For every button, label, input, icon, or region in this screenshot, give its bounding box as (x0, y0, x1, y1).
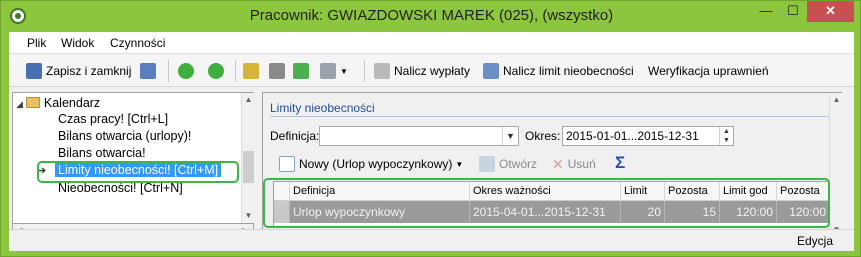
green-forward-arrow-icon (208, 63, 224, 79)
scroll-up-icon[interactable]: ▲ (242, 93, 255, 107)
tool-add-button[interactable] (243, 62, 263, 80)
document-wand-icon (483, 63, 499, 79)
tools-icon (269, 63, 285, 79)
toolbar-separator (235, 60, 236, 82)
menu-czynnosci[interactable]: Czynności (110, 36, 165, 50)
delete-label: Usuń (567, 157, 596, 171)
delete-x-icon: ✕ (552, 155, 564, 172)
calc-payments-button[interactable]: Nalicz wypłaty (374, 62, 470, 80)
save-close-label: Zapisz i zamknij (46, 64, 132, 78)
floppy-disk-icon (26, 63, 42, 79)
okres-label: Okres: (525, 129, 561, 143)
refresh-icon (293, 63, 309, 79)
sum-button[interactable]: Σ (615, 153, 626, 172)
calc-limit-button[interactable]: Nalicz limit nieobecności (483, 62, 634, 80)
okres-value: 2015-01-01...2015-12-31 (566, 129, 699, 143)
scroll-up-icon[interactable]: ▲ (830, 93, 843, 107)
tree-item-bilans-urlopy[interactable]: Bilans otwarcia (urlopy)! (58, 129, 191, 143)
open-label: Otwórz (499, 157, 538, 171)
calc-limit-label: Nalicz limit nieobecności (503, 64, 634, 78)
tree-selection-highlight (37, 161, 239, 183)
new-button[interactable]: Nowy (Urlop wypoczynkowy) ▼ (279, 155, 463, 173)
tree-root[interactable]: ◢ Kalendarz (16, 96, 100, 110)
tool-settings-button[interactable] (269, 62, 289, 80)
add-item-icon (243, 63, 259, 79)
scroll-thumb[interactable] (243, 151, 254, 183)
menu-bar: Plik Widok Czynności (9, 32, 854, 54)
chevron-down-icon[interactable]: ▼ (502, 127, 518, 145)
delete-button[interactable]: ✕ Usuń (552, 155, 596, 173)
scroll-down-icon[interactable]: ▼ (242, 209, 255, 223)
close-button[interactable]: ✕ (807, 1, 854, 22)
navigation-tree: ◢ Kalendarz Czas pracy! [Ctrl+L] Bilans … (12, 92, 254, 224)
verify-label: Weryfikacja uprawnień (648, 64, 769, 78)
grid-highlight (263, 178, 830, 228)
save-button[interactable] (140, 62, 160, 80)
new-document-icon (279, 156, 295, 172)
maximize-button[interactable]: ☐ (780, 1, 806, 22)
new-label: Nowy (Urlop wypoczynkowy) (299, 157, 453, 171)
wand-icon (374, 63, 390, 79)
calc-payments-label: Nalicz wypłaty (394, 64, 471, 78)
printer-icon (320, 63, 336, 79)
app-window: Pracownik: GWIAZDOWSKI MAREK (025), (wsz… (0, 0, 861, 257)
save-close-button[interactable]: Zapisz i zamknij (26, 62, 131, 80)
toolbar-separator (364, 60, 365, 82)
tree-expander-icon: ◢ (16, 99, 23, 109)
minimize-button[interactable]: — (753, 1, 779, 22)
back-button[interactable] (178, 62, 198, 80)
folder-icon (26, 97, 41, 108)
definicja-select[interactable]: ▼ (319, 126, 519, 146)
toolbar-separator (168, 60, 169, 82)
title-bar[interactable]: Pracownik: GWIAZDOWSKI MAREK (025), (wsz… (1, 1, 861, 32)
window-title: Pracownik: GWIAZDOWSKI MAREK (025), (wsz… (249, 7, 614, 24)
client-area: Plik Widok Czynności Zapisz i zamknij ▼ … (9, 32, 854, 251)
toolbar: Zapisz i zamknij ▼ Nalicz wypłaty Nalicz… (9, 55, 854, 87)
verify-button[interactable]: Weryfikacja uprawnień (648, 62, 769, 80)
tree-item-czas-pracy[interactable]: Czas pracy! [Ctrl+L] (58, 112, 168, 126)
tree-root-label: Kalendarz (43, 96, 101, 110)
status-mode: Edycja (797, 234, 834, 248)
green-back-arrow-icon (178, 63, 194, 79)
okres-spinner[interactable]: ▲ ▼ (719, 127, 733, 145)
menu-plik[interactable]: Plik (27, 36, 46, 50)
tree-item-nieobecnosci[interactable]: Nieobecności! [Ctrl+N] (58, 181, 183, 195)
floppy-disk-small-icon (140, 63, 156, 79)
forward-button[interactable] (208, 62, 228, 80)
tree-item-bilans[interactable]: Bilans otwarcia! (58, 146, 146, 160)
panel-title-divider (270, 116, 830, 117)
menu-widok[interactable]: Widok (61, 36, 94, 50)
definicja-label: Definicja: (270, 129, 320, 143)
sigma-icon: Σ (615, 153, 626, 172)
open-document-icon (479, 156, 495, 172)
panel-vertical-scrollbar[interactable]: ▲ ▼ (829, 93, 842, 237)
print-button[interactable]: ▼ (320, 62, 348, 80)
panel-title: Limity nieobecności (270, 101, 375, 115)
chevron-down-icon: ▼ (340, 66, 348, 76)
open-button[interactable]: Otwórz (479, 155, 537, 173)
okres-field[interactable]: 2015-01-01...2015-12-31 ▲ ▼ (562, 126, 734, 146)
status-bar: Edycja (9, 229, 854, 251)
tree-vertical-scrollbar[interactable]: ▲ ▼ (241, 93, 254, 223)
refresh-button[interactable] (293, 62, 313, 80)
chevron-down-icon[interactable]: ▼ (455, 160, 463, 169)
